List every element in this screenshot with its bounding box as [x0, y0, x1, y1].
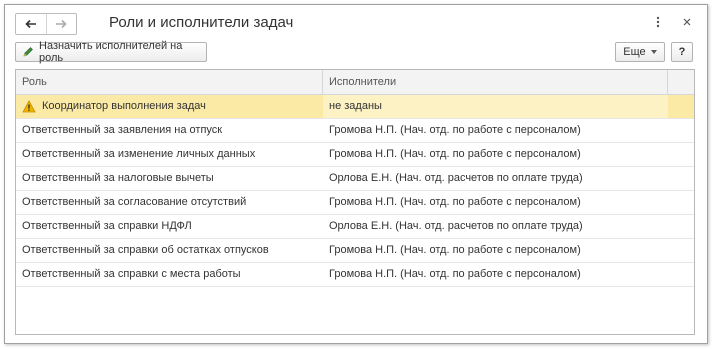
table-row[interactable]: Координатор выполнения задач не заданы: [16, 95, 694, 119]
table-row[interactable]: Ответственный за заявления на отпуск Гро…: [16, 119, 694, 143]
performers-cell: Громова Н.П. (Нач. отд. по работе с перс…: [329, 268, 581, 280]
role-cell: Ответственный за справки об остатках отп…: [22, 244, 269, 256]
spacer-cell: [668, 167, 694, 190]
spacer-cell: [668, 239, 694, 262]
spacer-cell: [668, 119, 694, 142]
performers-cell: Громова Н.П. (Нач. отд. по работе с перс…: [329, 124, 581, 136]
toolbar: Назначить исполнителей на роль Еще ?: [5, 39, 707, 67]
page-title: Роли и исполнители задач: [109, 14, 294, 31]
role-name: Координатор выполнения задач: [42, 100, 206, 112]
spacer-cell: [668, 95, 694, 118]
roles-window: Роли и исполнители задач Назначить испол…: [4, 4, 708, 344]
role-cell: Ответственный за налоговые вычеты: [22, 172, 214, 184]
performers-cell: не заданы: [323, 95, 668, 118]
spacer-cell: [668, 143, 694, 166]
role-cell: Ответственный за заявления на отпуск: [22, 124, 223, 136]
role-cell: Ответственный за согласование отсутствий: [22, 196, 247, 208]
column-header-role[interactable]: Роль: [16, 70, 323, 94]
column-header-spacer: [668, 70, 694, 94]
table-header: Роль Исполнители: [16, 70, 694, 95]
vertical-dots-icon: [656, 16, 660, 28]
table-row[interactable]: Ответственный за согласование отсутствий…: [16, 191, 694, 215]
assign-performers-button[interactable]: Назначить исполнителей на роль: [15, 40, 207, 64]
spacer-cell: [668, 191, 694, 214]
arrow-right-icon: [56, 19, 67, 29]
performers-cell: Орлова Е.Н. (Нач. отд. расчетов по оплат…: [329, 220, 583, 232]
table-row[interactable]: Ответственный за справки НДФЛ Орлова Е.Н…: [16, 215, 694, 239]
forward-button[interactable]: [45, 14, 77, 34]
performers-cell: Громова Н.П. (Нач. отд. по работе с перс…: [329, 148, 581, 160]
title-bar: Роли и исполнители задач: [5, 5, 707, 39]
table-row[interactable]: Ответственный за справки с места работы …: [16, 263, 694, 287]
table-row[interactable]: Ответственный за справки об остатках отп…: [16, 239, 694, 263]
help-button[interactable]: ?: [671, 42, 693, 62]
arrow-left-icon: [25, 19, 36, 29]
back-button[interactable]: [16, 14, 46, 34]
role-cell: Координатор выполнения задач: [16, 95, 323, 118]
table-row[interactable]: Ответственный за налоговые вычеты Орлова…: [16, 167, 694, 191]
navigation-group: [15, 13, 77, 35]
spacer-cell: [668, 215, 694, 238]
window-close-button[interactable]: [681, 14, 693, 30]
window-more-button[interactable]: [653, 14, 663, 30]
column-header-performers[interactable]: Исполнители: [323, 70, 668, 94]
pencil-icon: [22, 46, 34, 58]
assign-performers-label: Назначить исполнителей на роль: [39, 40, 183, 64]
role-cell: Ответственный за изменение личных данных: [22, 148, 256, 160]
performers-cell: Громова Н.П. (Нач. отд. по работе с перс…: [329, 244, 581, 256]
role-cell: Ответственный за справки с места работы: [22, 268, 241, 280]
roles-table: Роль Исполнители Координатор выполнения …: [15, 69, 695, 335]
performers-cell: Громова Н.П. (Нач. отд. по работе с перс…: [329, 196, 581, 208]
table-body: Координатор выполнения задач не заданы О…: [16, 95, 694, 287]
more-menu-button[interactable]: Еще: [615, 42, 665, 62]
table-row[interactable]: Ответственный за изменение личных данных…: [16, 143, 694, 167]
spacer-cell: [668, 263, 694, 286]
close-icon: [683, 18, 691, 26]
performers-cell: Орлова Е.Н. (Нач. отд. расчетов по оплат…: [329, 172, 583, 184]
role-cell: Ответственный за справки НДФЛ: [22, 220, 192, 232]
more-menu-label: Еще: [623, 46, 646, 58]
caret-down-icon: [650, 50, 657, 54]
warning-icon: [22, 100, 36, 113]
